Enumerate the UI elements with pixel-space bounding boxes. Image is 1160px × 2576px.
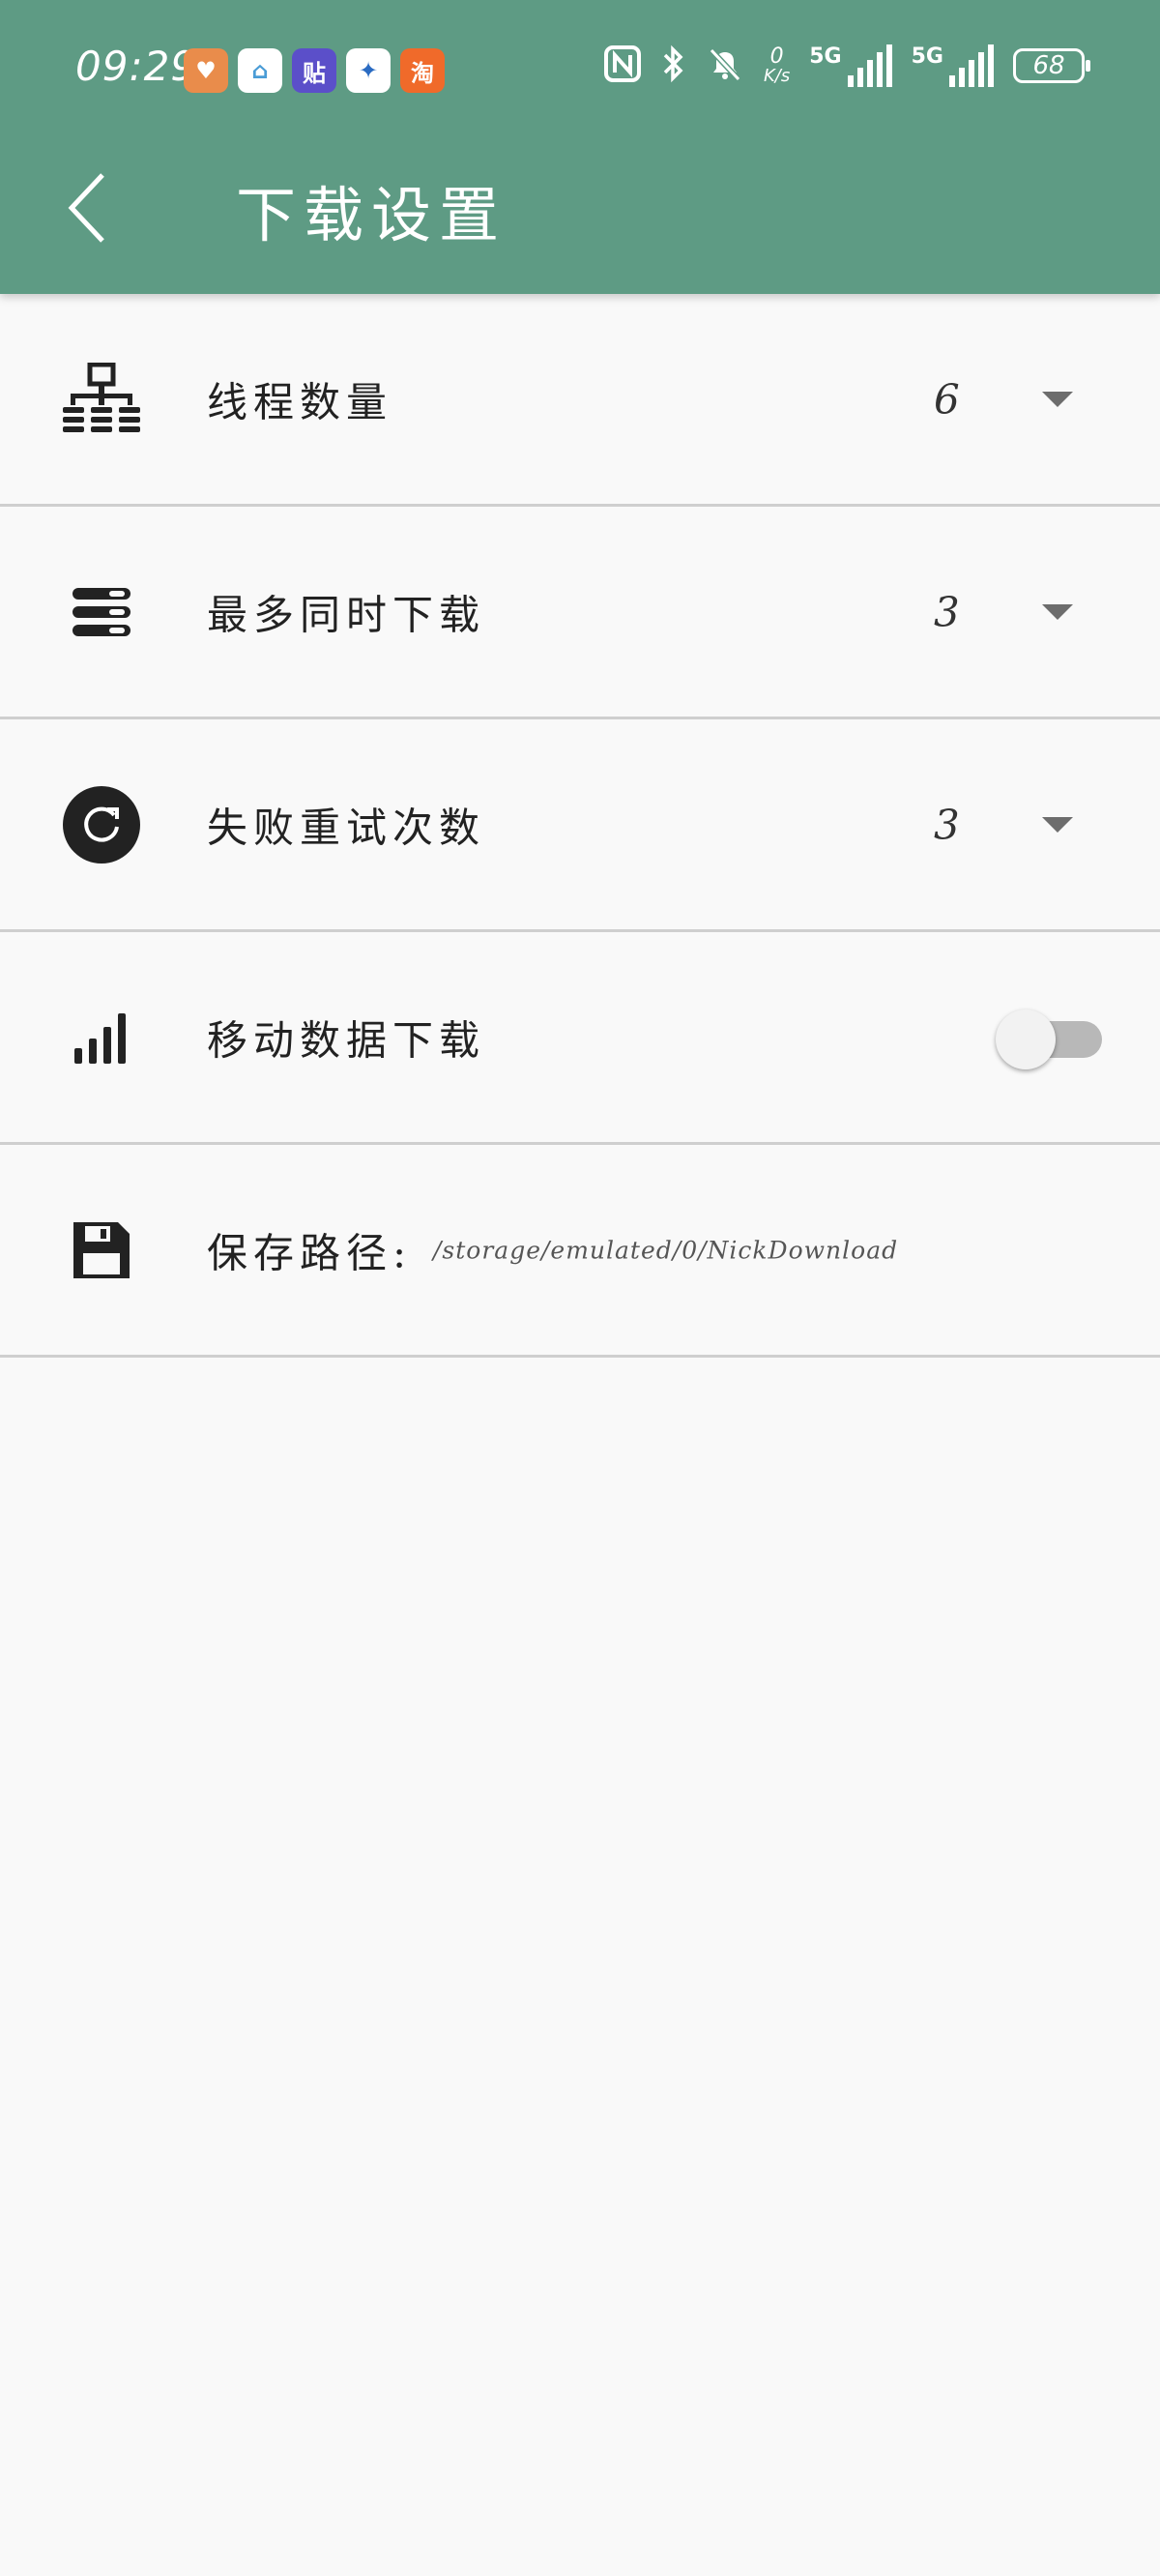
stacked-list-icon xyxy=(60,571,143,654)
dropdown-arrow-icon[interactable] xyxy=(1042,603,1073,620)
back-button[interactable] xyxy=(60,164,114,251)
setting-max-concurrent[interactable]: 最多同时下载 3 xyxy=(0,507,1160,719)
nfc-icon xyxy=(603,44,642,87)
floppy-disk-icon xyxy=(60,1209,143,1292)
system-icons: 0 K/s 5G 5G 68 xyxy=(603,44,1090,87)
mobile-data-label: 移动数据下载 xyxy=(207,1016,486,1064)
save-path-value: /storage/emulated/0/NickDownload xyxy=(433,1236,899,1264)
chevron-left-icon xyxy=(68,173,104,243)
refresh-circle-icon xyxy=(60,783,143,866)
app-bar: 09:29 ♥ ⌂ 贴 ✦ 淘 0 K/s 5G 5G 68 下载设置 xyxy=(0,0,1160,294)
bluetooth-icon xyxy=(661,44,686,87)
net-speed: 0 K/s xyxy=(764,44,791,86)
max-concurrent-label: 最多同时下载 xyxy=(207,591,486,638)
signal-bars-icon xyxy=(60,996,143,1079)
signal-5g-2-icon: 5G xyxy=(912,44,994,87)
mobile-data-toggle[interactable] xyxy=(996,1006,1102,1069)
tieba-app-icon: 贴 xyxy=(292,48,336,93)
retry-count-value: 3 xyxy=(934,801,960,848)
notification-icons: ♥ ⌂ 贴 ✦ 淘 xyxy=(184,48,445,93)
dropdown-arrow-icon[interactable] xyxy=(1042,816,1073,833)
setting-mobile-data[interactable]: 移动数据下载 xyxy=(0,932,1160,1145)
setting-retry-count[interactable]: 失败重试次数 3 xyxy=(0,719,1160,932)
retry-count-label: 失败重试次数 xyxy=(207,804,486,851)
toggle-thumb xyxy=(996,1009,1056,1069)
bell-off-icon xyxy=(706,44,744,87)
battery-icon: 68 xyxy=(1013,48,1090,83)
dropdown-arrow-icon[interactable] xyxy=(1042,391,1073,407)
status-time: 09:29 xyxy=(75,43,198,90)
signal-5g-1-icon: 5G xyxy=(809,44,892,87)
delivery-app-icon: ✦ xyxy=(346,48,391,93)
smart-home-app-icon: ⌂ xyxy=(238,48,282,93)
status-bar: 09:29 ♥ ⌂ 贴 ✦ 淘 0 K/s 5G 5G 68 xyxy=(0,0,1160,141)
health-app-icon: ♥ xyxy=(184,48,228,93)
setting-thread-count[interactable]: 线程数量 6 xyxy=(0,294,1160,507)
page-title: 下载设置 xyxy=(236,180,508,250)
max-concurrent-value: 3 xyxy=(934,588,960,635)
settings-list: 线程数量 6 最多同时下载 3 失败重试次数 3 移动数据下载 保存路径: /s… xyxy=(0,294,1160,1358)
thread-count-value: 6 xyxy=(934,375,960,423)
setting-save-path[interactable]: 保存路径: /storage/emulated/0/NickDownload xyxy=(0,1145,1160,1358)
save-path-label: 保存路径: xyxy=(207,1229,413,1276)
taobao-app-icon: 淘 xyxy=(400,48,445,93)
thread-count-label: 线程数量 xyxy=(207,378,393,425)
network-tree-icon xyxy=(60,358,143,441)
